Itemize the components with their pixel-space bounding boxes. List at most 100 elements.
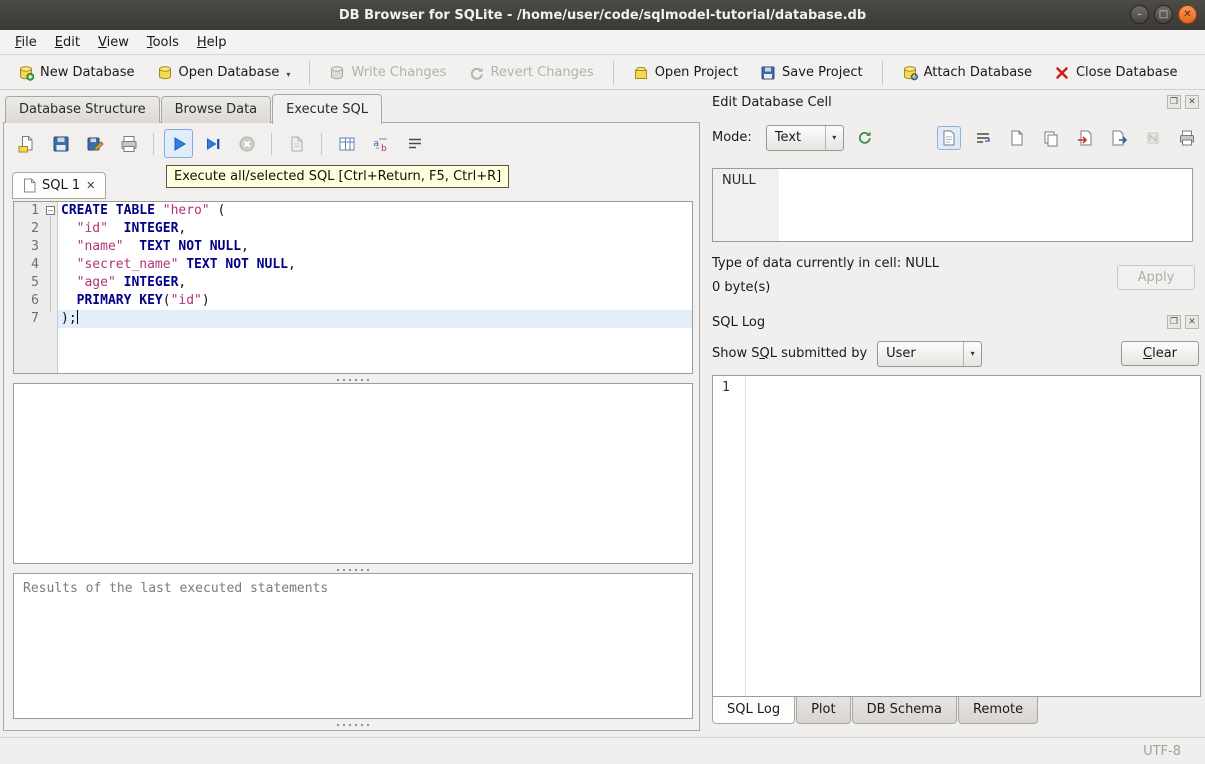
stop-execution-button[interactable]	[232, 129, 261, 158]
line-number: 1	[31, 203, 39, 218]
right-dock-area: Edit Database Cell ❐ ✕ Mode: Text ▾ NULL…	[706, 90, 1205, 737]
print-sql-icon	[121, 135, 136, 152]
maximize-icon: □	[1158, 8, 1169, 20]
write-changes-button[interactable]: Write Changes	[319, 59, 456, 87]
fold-collapse-icon[interactable]: –	[46, 206, 55, 215]
open-in-editor-button[interactable]	[1005, 126, 1029, 150]
save-sql-file-button[interactable]	[46, 129, 75, 158]
sql-log-float-icon[interactable]: ❐	[1167, 315, 1181, 329]
word-wrap-cell-button[interactable]	[971, 126, 995, 150]
sql-tab-close-icon[interactable]: ✕	[86, 179, 95, 192]
close-database-button[interactable]: Close Database	[1044, 59, 1188, 87]
export-csv-button[interactable]	[282, 129, 311, 158]
open-sql-file-icon	[18, 135, 32, 152]
toolbar-separator	[881, 60, 883, 85]
results-placeholder-text: Results of the last executed statements	[23, 581, 329, 596]
word-wrap-icon	[408, 138, 421, 148]
sql-log-close-icon[interactable]: ✕	[1185, 315, 1199, 329]
encoding-indicator[interactable]: UTF-8	[1143, 744, 1181, 759]
open-database-button[interactable]: Open Database ▾	[147, 59, 301, 87]
splitter-handle[interactable]	[13, 376, 693, 383]
dock-tab-db-schema[interactable]: DB Schema	[851, 697, 957, 724]
execute-current-line-button[interactable]	[198, 129, 227, 158]
code-segment: INTEGER	[123, 221, 179, 236]
execute-all-button[interactable]	[164, 129, 193, 158]
edit-cell-header: Edit Database Cell ❐ ✕	[712, 92, 1199, 112]
code-line[interactable]: PRIMARY KEY("id")	[58, 292, 692, 310]
dock-tab-plot[interactable]: Plot	[796, 697, 851, 724]
splitter-dots	[335, 377, 371, 382]
code-segment: ,	[178, 221, 187, 236]
sql-toolbar-separator	[271, 132, 272, 155]
sql-editor[interactable]: 1 2 3 4 5 6 7 – CREATE TABLE "hero" ( "id" INT…	[13, 201, 693, 374]
sql-toolbar-separator	[321, 132, 322, 155]
close-button[interactable]: ✕	[1178, 5, 1197, 24]
titlebar[interactable]: DB Browser for SQLite - /home/user/code/…	[0, 0, 1205, 30]
code-line[interactable]: );	[58, 310, 692, 328]
open-project-button[interactable]: Open Project	[623, 59, 748, 87]
window-controls: – □ ✕	[1130, 5, 1197, 24]
save-sql-file-as-button[interactable]	[80, 129, 109, 158]
results-grid[interactable]	[13, 383, 693, 564]
tab-browse-data[interactable]: Browse Data	[160, 96, 272, 123]
code-segment: PRIMARY KEY	[76, 293, 163, 308]
export-cell-data-button[interactable]	[1107, 126, 1131, 150]
menu-tools[interactable]: Tools	[138, 32, 188, 53]
tab-database-structure[interactable]: Database Structure	[5, 96, 160, 123]
save-project-button[interactable]: Save Project	[750, 59, 873, 87]
sql-document-tab[interactable]: SQL 1 ✕	[12, 172, 107, 199]
import-cell-data-button[interactable]	[1073, 126, 1097, 150]
text-view-button[interactable]	[937, 125, 961, 150]
menu-edit[interactable]: Edit	[46, 32, 89, 53]
menu-file[interactable]: File	[6, 32, 46, 53]
code-line[interactable]: "secret_name" TEXT NOT NULL,	[58, 256, 692, 274]
code-segment: );	[61, 311, 77, 326]
revert-changes-button[interactable]: Revert Changes	[458, 59, 603, 87]
menu-view[interactable]: View	[89, 32, 138, 53]
splitter-handle[interactable]	[13, 566, 693, 573]
print-sql-button[interactable]	[114, 129, 143, 158]
minimize-button[interactable]: –	[1130, 5, 1149, 24]
word-wrap-button[interactable]	[400, 129, 429, 158]
editor-code[interactable]: CREATE TABLE "hero" ( "id" INTEGER, "nam…	[58, 202, 692, 373]
open-database-menu-arrow[interactable]: ▾	[286, 70, 290, 81]
code-line[interactable]: "id" INTEGER,	[58, 220, 692, 238]
submitted-by-combobox[interactable]: User ▾	[877, 340, 983, 367]
splitter-handle[interactable]	[13, 721, 693, 728]
log-line-number: 1	[713, 376, 746, 696]
new-database-button[interactable]: New Database	[8, 59, 145, 87]
tab-execute-sql[interactable]: Execute SQL	[272, 94, 383, 124]
find-replace-button[interactable]: ab	[366, 129, 395, 158]
apply-button[interactable]: Apply	[1117, 265, 1195, 290]
print-cell-button[interactable]	[1175, 126, 1199, 150]
save-results-button[interactable]	[332, 129, 361, 158]
menu-help[interactable]: Help	[188, 32, 236, 53]
stop-execution-icon	[239, 136, 254, 151]
save-results-icon	[339, 137, 354, 150]
editor-gutter: 1 2 3 4 5 6 7	[14, 202, 44, 373]
clear-log-button[interactable]: Clear	[1121, 341, 1199, 366]
line-number: 4	[31, 257, 39, 272]
edit-cell-close-icon[interactable]: ✕	[1185, 95, 1199, 109]
code-line[interactable]: CREATE TABLE "hero" (	[58, 202, 692, 220]
menubar: File Edit View Tools Help	[0, 30, 1205, 55]
code-line[interactable]: "name" TEXT NOT NULL,	[58, 238, 692, 256]
set-null-button[interactable]	[1141, 126, 1165, 150]
dock-tab-sql-log[interactable]: SQL Log	[712, 697, 796, 724]
mode-label: Mode:	[712, 130, 752, 145]
mode-combobox[interactable]: Text ▾	[765, 124, 844, 151]
code-line[interactable]: "age" INTEGER,	[58, 274, 692, 292]
auto-switch-mode-button[interactable]	[852, 126, 876, 150]
edit-cell-float-icon[interactable]: ❐	[1167, 95, 1181, 109]
open-sql-file-button[interactable]	[12, 129, 41, 158]
results-message-pane[interactable]: Results of the last executed statements	[13, 573, 693, 719]
sql-log-view[interactable]: 1	[712, 375, 1201, 697]
dock-tab-remote[interactable]: Remote	[957, 697, 1039, 724]
maximize-button[interactable]: □	[1154, 5, 1173, 24]
attach-database-button[interactable]: Attach Database	[892, 59, 1042, 87]
copy-cell-button[interactable]	[1039, 126, 1063, 150]
cell-text-area[interactable]	[779, 169, 1192, 241]
cell-editor[interactable]: NULL	[712, 168, 1193, 242]
